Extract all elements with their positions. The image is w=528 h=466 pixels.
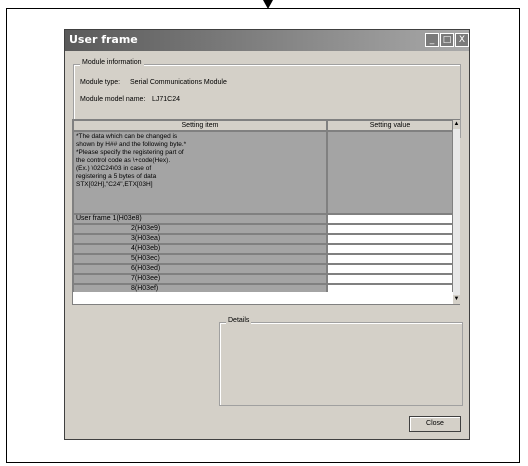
- table-row: 2(H03e9): [73, 224, 453, 234]
- setting-item-header[interactable]: Setting item: [73, 120, 327, 131]
- row-value-input[interactable]: [327, 264, 453, 274]
- table-row: 8(H03ef): [73, 284, 453, 292]
- row-value-input[interactable]: [327, 224, 453, 234]
- module-model-value: LJ71C24: [152, 96, 181, 103]
- row-label: 2(H03e9): [73, 224, 327, 234]
- row-label: 4(H03eb): [73, 244, 327, 254]
- table-row: 4(H03eb): [73, 244, 453, 254]
- row-label: 3(H03ea): [73, 234, 327, 244]
- close-window-button[interactable]: X: [455, 33, 469, 47]
- row-label: 7(H03ee): [73, 274, 327, 284]
- table-scrollbar[interactable]: ▲ ▼: [453, 120, 460, 304]
- row-value-input[interactable]: [327, 284, 453, 292]
- title-bar[interactable]: User frame _ □ X: [65, 30, 469, 51]
- module-model-label: Module model name:: [80, 96, 146, 103]
- scroll-up-icon[interactable]: ▲: [453, 120, 460, 129]
- flow-arrow-icon: [263, 0, 273, 9]
- scroll-down-icon[interactable]: ▼: [453, 295, 460, 304]
- module-information-title: Module information: [80, 59, 144, 66]
- setting-table: Setting item Setting value *The data whi…: [72, 119, 460, 305]
- module-type-label: Module type:: [80, 79, 121, 86]
- details-title: Details: [226, 317, 252, 324]
- details-group: Details: [219, 317, 463, 406]
- row-value-input[interactable]: [327, 274, 453, 284]
- row-label: User frame 1(H03e8): [73, 214, 327, 224]
- window-title: User frame: [69, 33, 138, 46]
- maximize-button[interactable]: □: [440, 33, 454, 47]
- minimize-button[interactable]: _: [425, 33, 439, 47]
- table-row: 5(H03ec): [73, 254, 453, 264]
- row-value-input[interactable]: [327, 244, 453, 254]
- module-type-value: Serial Communications Module: [130, 79, 227, 86]
- description-value-cell: [327, 131, 453, 214]
- table-row: 6(H03ed): [73, 264, 453, 274]
- table-row: User frame 1(H03e8): [73, 214, 453, 224]
- row-value-input[interactable]: [327, 254, 453, 264]
- row-label: 8(H03ef): [73, 284, 327, 292]
- close-button[interactable]: Close: [409, 416, 461, 432]
- row-value-input[interactable]: [327, 234, 453, 244]
- row-label: 5(H03ec): [73, 254, 327, 264]
- table-row: 3(H03ea): [73, 234, 453, 244]
- row-label: 6(H03ed): [73, 264, 327, 274]
- table-row: 7(H03ee): [73, 274, 453, 284]
- row-value-input[interactable]: [327, 214, 453, 224]
- setting-value-header[interactable]: Setting value: [327, 120, 453, 131]
- description-cell: *The data which can be changed is shown …: [73, 131, 327, 214]
- user-frame-window: User frame _ □ X Module information Modu…: [64, 29, 470, 440]
